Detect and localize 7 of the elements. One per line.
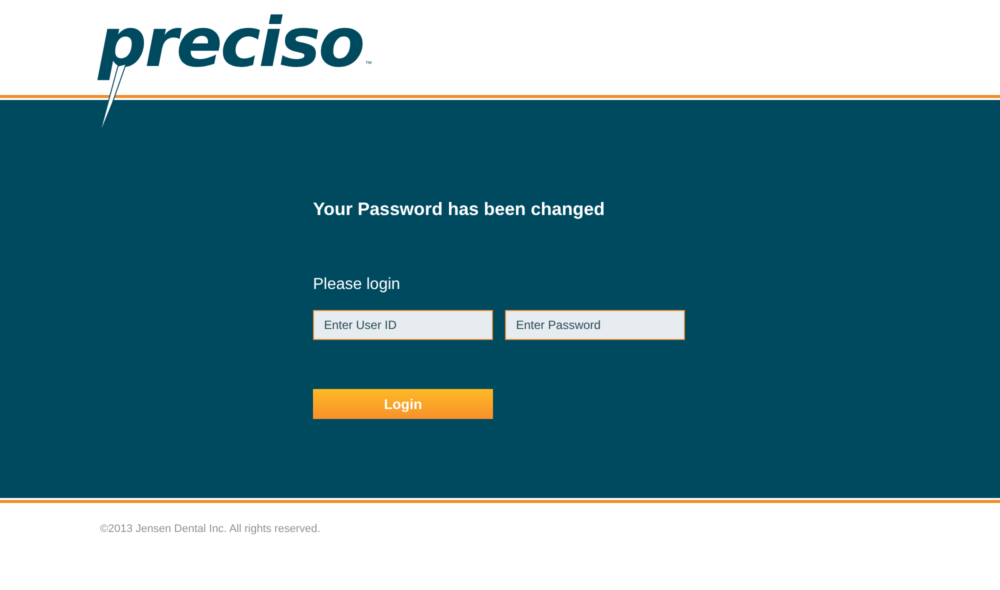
copyright-text: ©2013 Jensen Dental Inc. All rights reserved.	[100, 522, 320, 537]
logo: preciso	[98, 4, 364, 84]
status-message: Your Password has been changed	[313, 198, 605, 221]
user-id-field[interactable]: Enter User ID	[313, 310, 493, 340]
password-field[interactable]: Enter Password	[505, 310, 685, 340]
login-prompt: Please login	[313, 275, 400, 295]
login-button[interactable]: Login	[313, 389, 493, 419]
